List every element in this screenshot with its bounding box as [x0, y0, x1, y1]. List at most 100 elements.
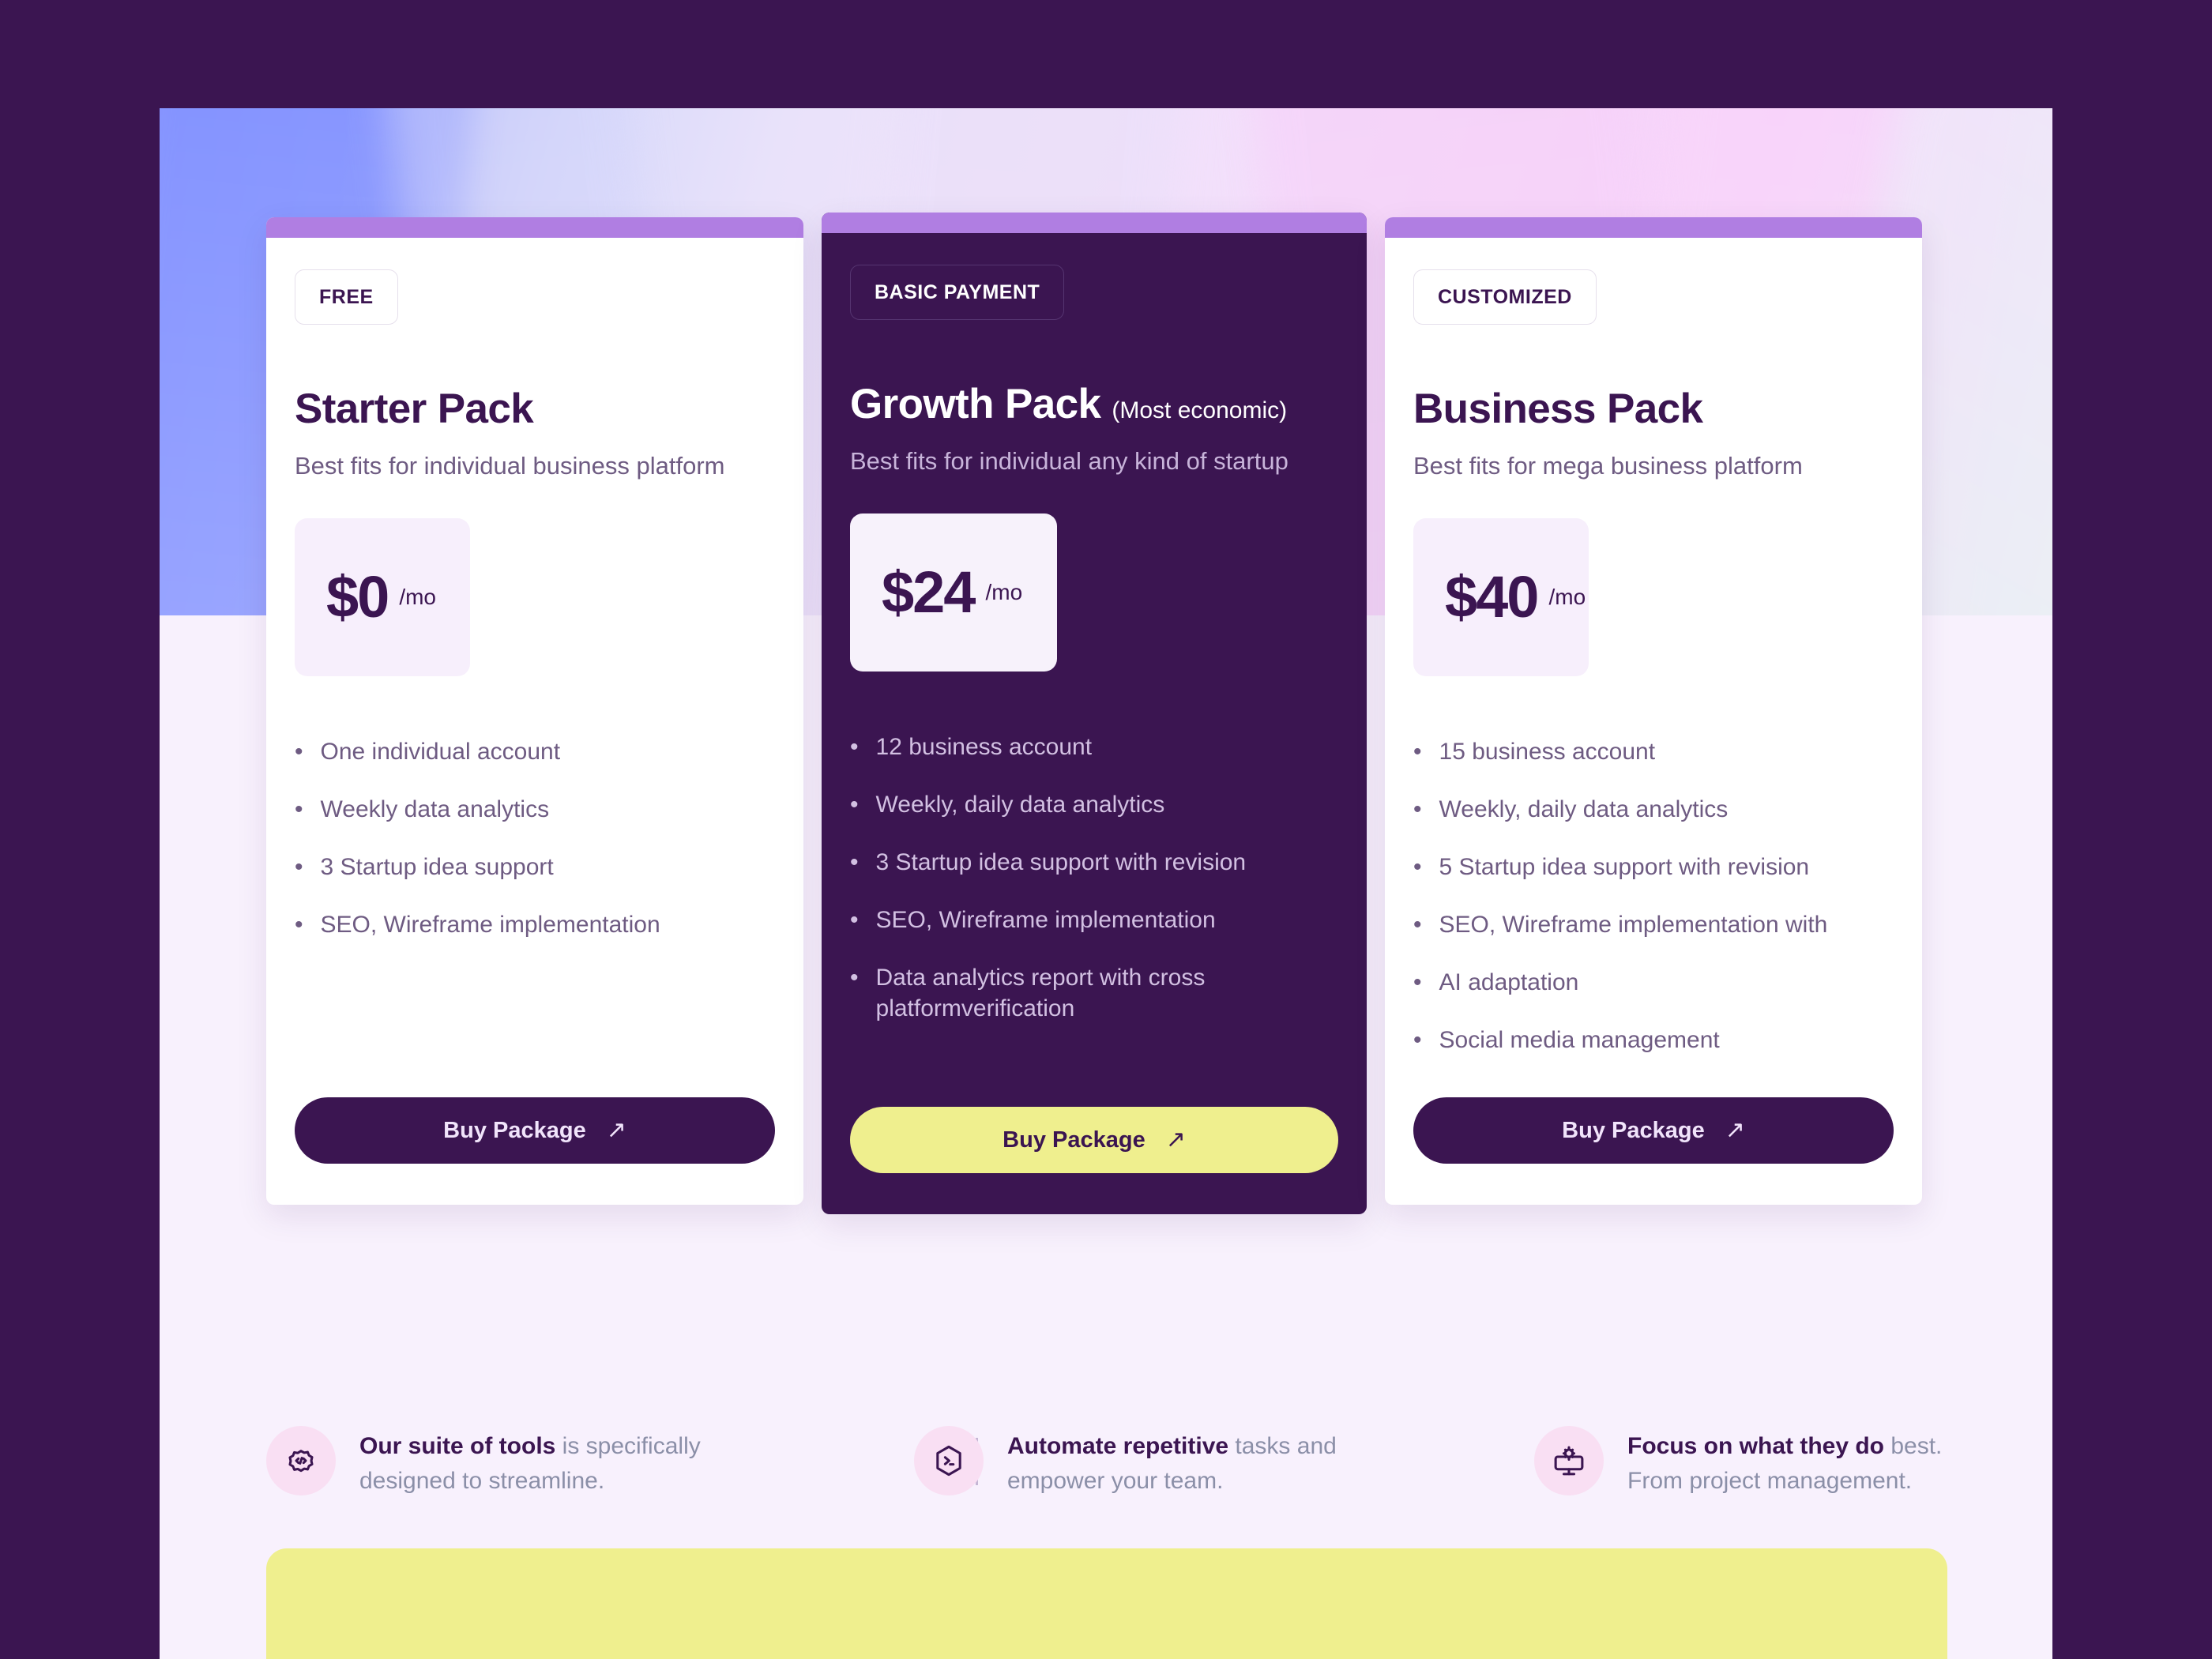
- buy-package-button-starter[interactable]: Buy Package ↗: [295, 1097, 775, 1164]
- feature-item-label: AI adaptation: [1439, 969, 1579, 995]
- plan-title-text: Growth Pack: [850, 381, 1101, 427]
- feature-strip-item-focus: Focus on what they do best. From project…: [1534, 1426, 1999, 1498]
- card-accent-bar: [266, 217, 803, 238]
- feature-item: • 3 Startup idea support with revision: [850, 847, 1338, 878]
- feature-item-label: 3 Startup idea support: [320, 854, 554, 880]
- price-box-growth: $24 /mo: [850, 514, 1057, 672]
- arrow-up-right-icon: ↗: [1725, 1116, 1745, 1143]
- feature-strip-item-automate: Automate repetitive tasks and empower yo…: [914, 1426, 1379, 1498]
- feature-item-label: SEO, Wireframe implementation: [875, 907, 1216, 933]
- feature-strip-strong: Our suite of tools: [359, 1433, 556, 1459]
- bullet-icon: •: [295, 739, 303, 765]
- feature-strip: Our suite of tools is specifically desig…: [160, 1402, 2052, 1560]
- buy-button-label: Buy Package: [1003, 1127, 1146, 1153]
- monitor-gear-icon: [1534, 1426, 1604, 1495]
- feature-item-label: Weekly, daily data analytics: [875, 792, 1165, 818]
- feature-item-label: 3 Startup idea support with revision: [875, 849, 1247, 875]
- pricing-card-growth[interactable]: BASIC PAYMENT Growth Pack (Most economic…: [822, 213, 1367, 1214]
- price-period: /mo: [399, 585, 436, 609]
- feature-list-starter: • One individual account • Weekly data anal…: [295, 736, 775, 940]
- terminal-hexagon-icon: [914, 1426, 984, 1495]
- feature-strip-strong: Focus on what they do: [1627, 1433, 1885, 1459]
- card-accent-bar: [1385, 217, 1922, 238]
- arrow-up-right-icon: ↗: [606, 1116, 626, 1143]
- feature-item-label: 15 business account: [1439, 739, 1656, 765]
- plan-title-text: Starter Pack: [295, 386, 534, 432]
- bullet-icon: •: [850, 965, 859, 991]
- plan-badge-basic-payment: BASIC PAYMENT: [850, 265, 1065, 320]
- bullet-icon: •: [295, 796, 303, 822]
- feature-strip-strong: Automate repetitive: [1007, 1433, 1229, 1459]
- feature-item: • Social media management: [1413, 1025, 1894, 1055]
- bullet-icon: •: [1413, 1027, 1422, 1053]
- feature-item-label: Weekly, daily data analytics: [1439, 796, 1729, 822]
- buy-package-button-business[interactable]: Buy Package ↗: [1413, 1097, 1894, 1164]
- feature-item-label: SEO, Wireframe implementation: [320, 912, 660, 938]
- price-period: /mo: [1548, 585, 1586, 609]
- feature-item: • One individual account: [295, 736, 775, 767]
- bullet-icon: •: [850, 792, 859, 818]
- buy-button-label: Buy Package: [1562, 1117, 1705, 1143]
- bullet-icon: •: [1413, 912, 1422, 938]
- feature-item: • SEO, Wireframe implementation: [850, 905, 1338, 935]
- bullet-icon: •: [1413, 796, 1422, 822]
- feature-item: • 3 Startup idea support: [295, 852, 775, 882]
- plan-badge-customized: CUSTOMIZED: [1413, 269, 1597, 325]
- feature-item-label: Weekly data analytics: [320, 796, 550, 822]
- pricing-cards-row: FREE Starter Pack Best fits for individu…: [160, 108, 2052, 1222]
- feature-item: • Data analytics report with cross platfo…: [850, 962, 1338, 1024]
- feature-item: • SEO, Wireframe implementation with: [1413, 909, 1894, 940]
- promo-panel[interactable]: [266, 1548, 1947, 1659]
- feature-item: • AI adaptation: [1413, 967, 1894, 998]
- plan-title-business: Business Pack: [1413, 385, 1894, 433]
- arrow-up-right-icon: ↗: [1165, 1126, 1186, 1153]
- bullet-icon: •: [295, 912, 303, 938]
- plan-title-note: (Most economic): [1112, 397, 1288, 423]
- feature-item: • SEO, Wireframe implementation: [295, 909, 775, 940]
- feature-item-label: One individual account: [320, 739, 561, 765]
- plan-title-growth: Growth Pack (Most economic): [850, 380, 1338, 428]
- feature-item: • Weekly, daily data analytics: [850, 789, 1338, 820]
- feature-item: • Weekly data analytics: [295, 794, 775, 825]
- feature-item: • 5 Startup idea support with revision: [1413, 852, 1894, 882]
- price-amount: $24: [882, 559, 976, 625]
- plan-subtitle-growth: Best fits for individual any kind of sta…: [850, 447, 1288, 475]
- plan-subtitle-business: Best fits for mega business platform: [1413, 452, 1803, 480]
- plan-title-starter: Starter Pack: [295, 385, 775, 433]
- plan-subtitle-starter: Best fits for individual business platfo…: [295, 452, 725, 480]
- price-box-starter: $0 /mo: [295, 518, 470, 676]
- plan-badge-free: FREE: [295, 269, 398, 325]
- bullet-icon: •: [1413, 739, 1422, 765]
- pricing-card-starter[interactable]: FREE Starter Pack Best fits for individu…: [266, 217, 803, 1205]
- bullet-icon: •: [295, 854, 303, 880]
- feature-item-label: 12 business account: [875, 734, 1093, 760]
- feature-item-label: SEO, Wireframe implementation with: [1439, 912, 1828, 938]
- bullet-icon: •: [850, 849, 859, 875]
- bullet-icon: •: [1413, 969, 1422, 995]
- feature-item: • Weekly, daily data analytics: [1413, 794, 1894, 825]
- feature-strip-text-focus: Focus on what they do best. From project…: [1627, 1426, 1999, 1498]
- price-amount: $0: [326, 564, 389, 630]
- bullet-icon: •: [850, 734, 859, 760]
- price-period: /mo: [985, 580, 1023, 604]
- feature-list-growth: • 12 business account • Weekly, daily data …: [850, 732, 1338, 1024]
- price-amount: $40: [1445, 564, 1539, 630]
- code-gear-icon: [266, 1426, 336, 1495]
- feature-list-business: • 15 business account • Weekly, daily data …: [1413, 736, 1894, 1055]
- feature-item-label: Social media management: [1439, 1027, 1720, 1053]
- buy-package-button-growth[interactable]: Buy Package ↗: [850, 1107, 1338, 1173]
- card-accent-bar: [822, 213, 1367, 233]
- plan-title-text: Business Pack: [1413, 386, 1703, 432]
- pricing-card-business[interactable]: CUSTOMIZED Business Pack Best fits for m…: [1385, 217, 1922, 1205]
- feature-strip-item-tools: Our suite of tools is specifically desig…: [266, 1426, 731, 1498]
- feature-item-label: Data analytics report with cross platfor…: [875, 965, 1206, 1021]
- price-box-business: $40 /mo: [1413, 518, 1589, 676]
- feature-strip-text-tools: Our suite of tools is specifically desig…: [359, 1426, 731, 1498]
- buy-button-label: Buy Package: [443, 1117, 586, 1143]
- pricing-page: FREE Starter Pack Best fits for individu…: [160, 108, 2052, 1659]
- feature-item-label: 5 Startup idea support with revision: [1439, 854, 1810, 880]
- bullet-icon: •: [850, 907, 859, 933]
- feature-item: • 12 business account: [850, 732, 1338, 762]
- bullet-icon: •: [1413, 854, 1422, 880]
- feature-strip-text-automate: Automate repetitive tasks and empower yo…: [1007, 1426, 1379, 1498]
